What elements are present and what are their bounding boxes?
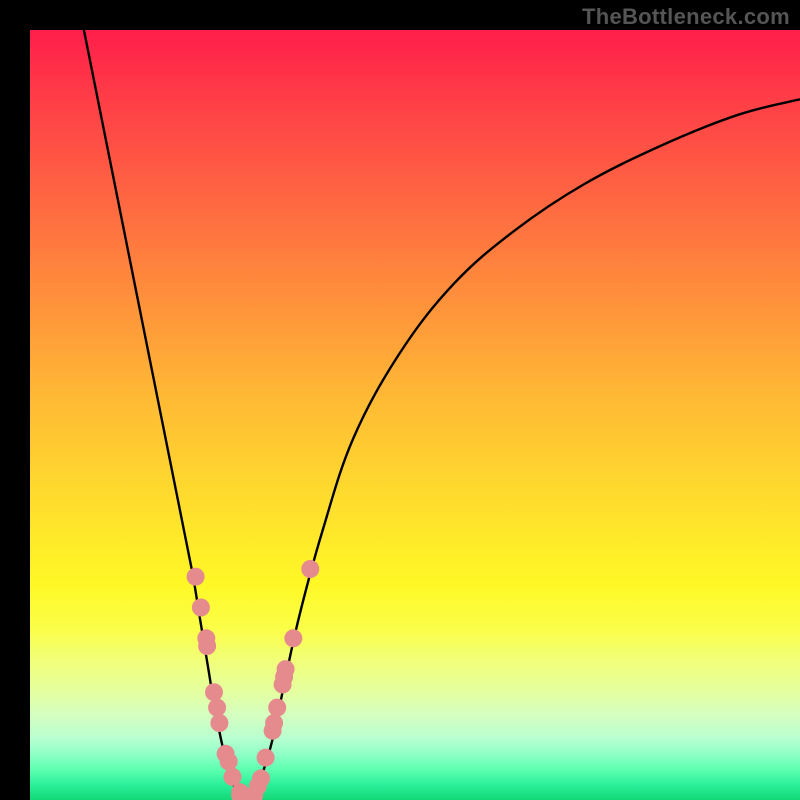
curve-left-branch bbox=[84, 30, 246, 800]
data-marker bbox=[265, 714, 283, 732]
data-marker bbox=[208, 699, 226, 717]
data-marker bbox=[224, 768, 242, 786]
marker-group bbox=[187, 560, 320, 800]
chart-frame: TheBottleneck.com bbox=[0, 0, 800, 800]
data-marker bbox=[198, 637, 216, 655]
plot-area bbox=[30, 30, 800, 800]
data-marker bbox=[301, 560, 319, 578]
chart-svg bbox=[30, 30, 800, 800]
data-marker bbox=[205, 683, 223, 701]
data-marker bbox=[257, 749, 275, 767]
data-marker bbox=[187, 568, 205, 586]
curve-right-branch bbox=[246, 99, 800, 800]
data-marker bbox=[192, 599, 210, 617]
data-marker bbox=[220, 753, 238, 771]
data-marker bbox=[252, 769, 270, 787]
curve-group bbox=[84, 30, 800, 800]
data-marker bbox=[284, 629, 302, 647]
data-marker bbox=[268, 699, 286, 717]
data-marker bbox=[210, 714, 228, 732]
data-marker bbox=[277, 660, 295, 678]
watermark-text: TheBottleneck.com bbox=[582, 4, 790, 30]
